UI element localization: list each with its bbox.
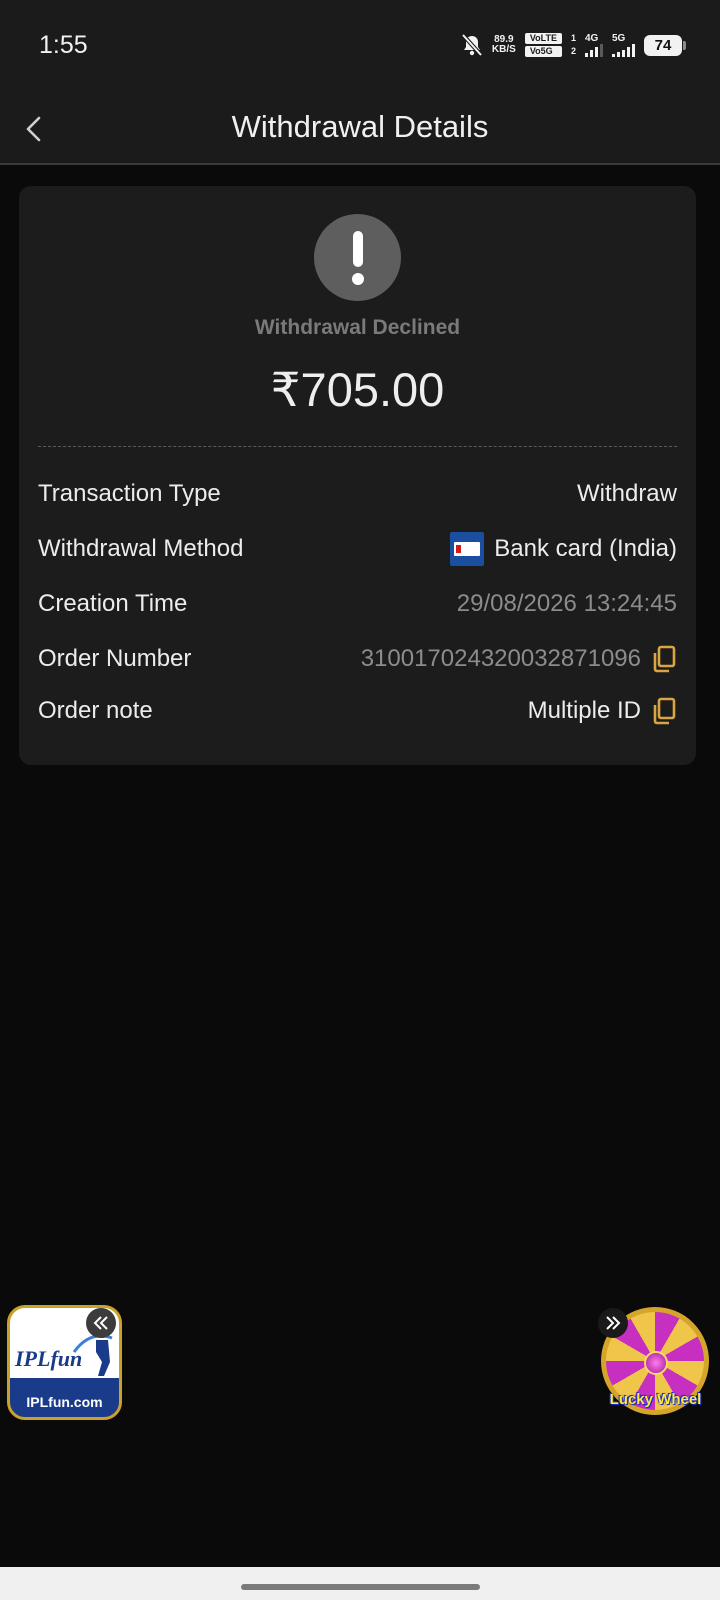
sim-2: 2 <box>570 46 576 56</box>
signal-4g: 4G <box>585 32 603 57</box>
copy-icon <box>653 645 676 673</box>
order-note-row: Order note Multiple ID <box>38 691 677 731</box>
copy-order-number-button[interactable] <box>651 645 677 673</box>
app-header: Withdrawal Details <box>0 95 720 165</box>
transaction-type-value: Withdraw <box>576 480 677 507</box>
page-title: Withdrawal Details <box>231 109 489 144</box>
net-label-4g: 4G <box>585 32 599 44</box>
battery-icon: 74 <box>644 34 686 56</box>
signal-bars-icon <box>612 43 635 57</box>
order-number-value: 310017024320032871096 <box>361 645 677 673</box>
network-speed: 89.9 KB/S <box>492 35 516 55</box>
withdrawal-method-label: Withdrawal Method <box>38 535 244 562</box>
withdrawal-amount: ₹705.00 <box>270 363 445 416</box>
collapse-right-button[interactable] <box>598 1308 628 1338</box>
creation-time-value: 29/08/2026 13:24:45 <box>456 590 677 617</box>
order-note-text: Multiple ID <box>527 697 641 724</box>
order-note-value: Multiple ID <box>528 697 677 725</box>
status-bar: 1:55 89.9 KB/S VoLTE Vo5G 1 2 4G 5G 74 <box>0 0 720 95</box>
bell-off-icon <box>461 33 483 57</box>
double-chevron-left-icon <box>93 1316 108 1330</box>
signal-5g: 5G <box>612 32 635 57</box>
iplfun-site-label: IPLfun.com <box>26 1394 103 1410</box>
order-number-row: Order Number 310017024320032871096 <box>38 639 677 679</box>
withdrawal-status: Withdrawal Declined <box>254 316 461 339</box>
status-time: 1:55 <box>39 31 88 59</box>
status-icons: 89.9 KB/S VoLTE Vo5G 1 2 4G 5G 74 <box>461 32 686 57</box>
vo5g-label: Vo5G <box>524 46 562 57</box>
creation-time-label: Creation Time <box>38 590 188 617</box>
double-chevron-right-icon <box>606 1316 621 1330</box>
withdrawal-method-value: Bank card (India) <box>450 532 677 566</box>
copy-icon <box>653 697 676 725</box>
collapse-left-button[interactable] <box>86 1308 116 1338</box>
copy-order-note-button[interactable] <box>651 697 677 725</box>
bank-logo-icon <box>450 532 485 566</box>
withdrawal-method-text: Bank card (India) <box>494 535 677 562</box>
speed-unit: KB/S <box>491 44 516 55</box>
transaction-type-row: Transaction Type Withdraw <box>38 474 677 514</box>
withdrawal-method-row: Withdrawal Method Bank card (India) <box>38 529 677 569</box>
dashed-divider <box>38 446 677 447</box>
order-number-text: 310017024320032871096 <box>360 645 641 672</box>
order-number-label: Order Number <box>38 645 192 672</box>
sim-numbers: 1 2 <box>571 33 576 57</box>
volte-label: VoLTE <box>524 33 562 44</box>
exclamation-icon <box>314 214 401 301</box>
withdrawal-details-card: Withdrawal Declined ₹705.00 Transaction … <box>19 186 696 765</box>
volte-indicator: VoLTE Vo5G <box>524 33 562 57</box>
home-gesture-handle[interactable] <box>241 1584 480 1590</box>
wheel-hub <box>644 1351 668 1375</box>
net-label-5g: 5G <box>612 32 626 44</box>
sim-1: 1 <box>570 33 576 43</box>
signal-bars-icon <box>585 43 603 57</box>
creation-time-row: Creation Time 29/08/2026 13:24:45 <box>38 584 677 624</box>
lucky-wheel-label: Lucky Wheel <box>609 1391 702 1408</box>
transaction-type-label: Transaction Type <box>38 480 221 507</box>
order-note-label: Order note <box>38 697 153 724</box>
system-navigation-bar <box>0 1567 720 1600</box>
